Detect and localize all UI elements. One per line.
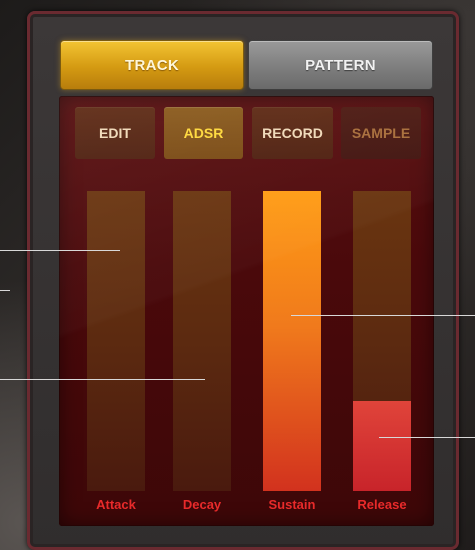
decay-label: Decay — [182, 497, 222, 512]
sustain-slider[interactable] — [263, 191, 321, 491]
attack-slider[interactable] — [87, 191, 145, 491]
edge-callout-line — [0, 290, 10, 291]
subtab-sample[interactable]: SAMPLE — [341, 107, 421, 159]
subtab-adsr[interactable]: ADSR — [164, 107, 243, 159]
attack-label: Attack — [96, 497, 136, 512]
sustain-label: Sustain — [268, 497, 316, 512]
decay-slider[interactable] — [173, 191, 231, 491]
subtab-record[interactable]: RECORD — [252, 107, 333, 159]
decay-callout-line — [0, 379, 205, 380]
sustain-callout-line — [291, 315, 475, 316]
adsr-panel: EDIT ADSR RECORD SAMPLE Attack Decay Sus… — [59, 96, 434, 526]
sustain-slider-fill — [263, 191, 321, 491]
attack-callout-line — [0, 250, 120, 251]
tab-pattern[interactable]: PATTERN — [248, 40, 433, 90]
release-callout-line — [379, 437, 475, 438]
release-slider[interactable] — [353, 191, 411, 491]
release-slider-fill — [353, 401, 411, 491]
subtab-edit[interactable]: EDIT — [75, 107, 155, 159]
release-label: Release — [357, 497, 407, 512]
tab-track[interactable]: TRACK — [60, 40, 244, 90]
